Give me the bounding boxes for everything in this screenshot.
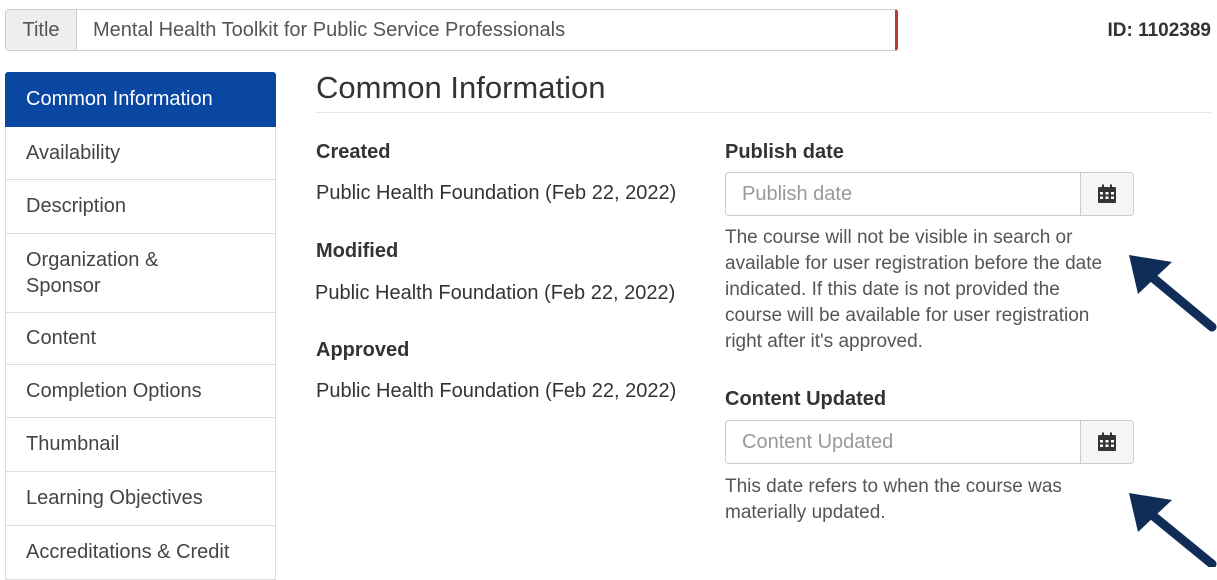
content-updated-label: Content Updated [725, 388, 887, 410]
created-value: Public Health Foundation (Feb 22, 2022) [316, 182, 677, 204]
title-field-group: Title [5, 9, 898, 51]
content-updated-help: This date refers to when the course was … [725, 476, 1062, 523]
sidebar-item-organization-sponsor[interactable]: Organization & Sponsor [5, 234, 276, 313]
modified-value: Public Health Foundation (Feb 22, 2022) [315, 282, 676, 304]
heading-divider [316, 112, 1211, 113]
sidebar-item-availability[interactable]: Availability [5, 127, 276, 180]
content-updated-calendar-button[interactable] [1080, 421, 1133, 463]
sidebar-item-completion-options[interactable]: Completion Options [5, 365, 276, 418]
calendar-icon [1098, 432, 1116, 451]
publish-date-label: Publish date [725, 141, 844, 163]
publish-date-help: The course will not be visible in search… [725, 227, 1103, 352]
publish-date-group [725, 172, 1134, 216]
sidebar-item-description[interactable]: Description [5, 180, 276, 234]
title-label: Title [6, 10, 77, 50]
publish-date-input[interactable] [726, 173, 1080, 215]
title-input[interactable] [77, 10, 895, 50]
page-title: Common Information [316, 70, 606, 105]
approved-value: Public Health Foundation (Feb 22, 2022) [316, 380, 677, 402]
sidebar-item-thumbnail[interactable]: Thumbnail [5, 418, 276, 472]
approved-label: Approved [316, 339, 410, 361]
arrow-pointer-icon [1129, 255, 1217, 332]
content-updated-input[interactable] [726, 421, 1080, 463]
sidebar-item-common-information[interactable]: Common Information [5, 72, 276, 127]
publish-date-calendar-button[interactable] [1080, 173, 1133, 215]
modified-label: Modified [316, 240, 399, 262]
arrow-pointer-icon [1129, 493, 1217, 567]
content-updated-group [725, 420, 1134, 464]
sidebar-item-content[interactable]: Content [5, 313, 276, 365]
sidebar-nav: Common Information Availability Descript… [5, 72, 276, 580]
sidebar-item-learning-objectives[interactable]: Learning Objectives [5, 472, 276, 526]
calendar-icon [1098, 184, 1116, 203]
course-id: ID: 1102389 [1107, 20, 1211, 41]
sidebar-item-label: Organization & Sponsor [26, 249, 159, 297]
created-label: Created [316, 141, 391, 163]
sidebar-item-accreditations-credit[interactable]: Accreditations & Credit [5, 526, 276, 580]
